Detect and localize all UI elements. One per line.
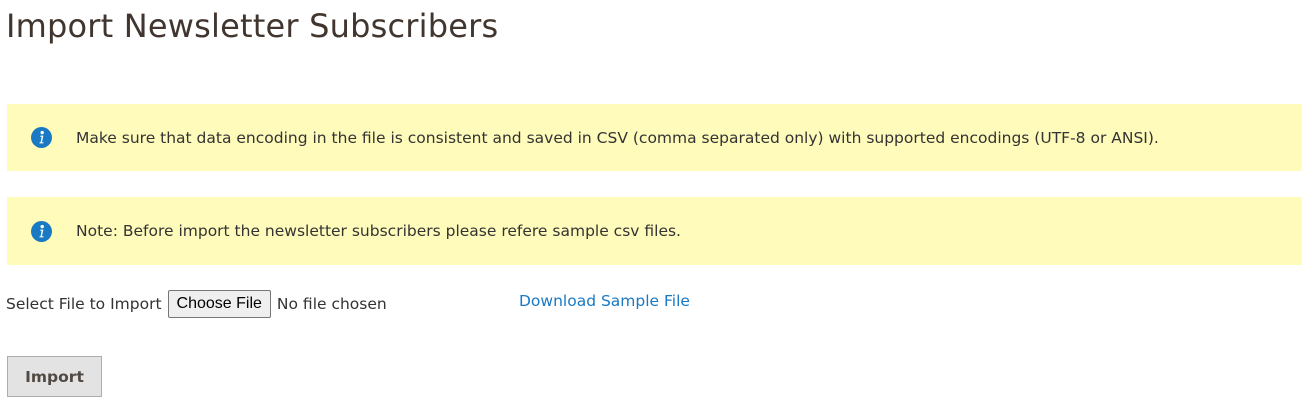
import-button[interactable]: Import [7,356,102,397]
info-icon [31,127,52,148]
import-newsletter-page: Import Newsletter Subscribers Make sure … [0,0,1302,405]
notice-text: Make sure that data encoding in the file… [76,128,1159,147]
info-icon [31,220,52,242]
file-input-row: Select File to Import Choose File No fil… [6,290,387,318]
page-title: Import Newsletter Subscribers [6,7,499,45]
download-sample-file-link[interactable]: Download Sample File [519,292,690,310]
choose-file-button[interactable]: Choose File [167,290,271,318]
notice-text: Note: Before import the newsletter subsc… [76,222,681,240]
file-input-label: Select File to Import [6,295,162,313]
sample-file-notice: Note: Before import the newsletter subsc… [7,197,1302,265]
file-status-text: No file chosen [276,295,387,313]
encoding-notice: Make sure that data encoding in the file… [7,104,1302,171]
